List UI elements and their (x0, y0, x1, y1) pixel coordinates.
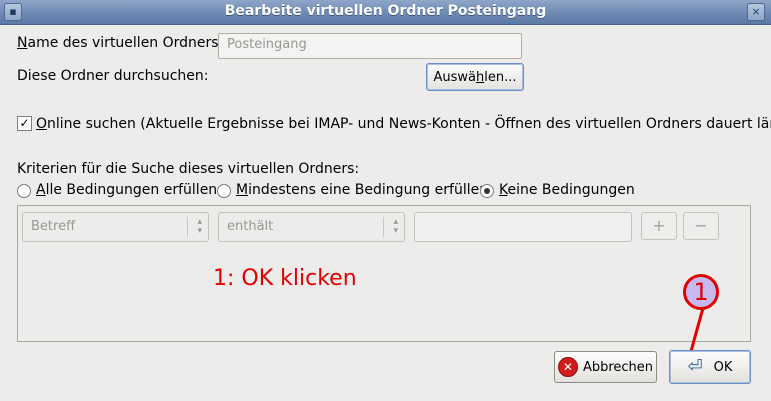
folder-name-label-mnemonic: N (17, 35, 28, 51)
window-titlebar: ▪ Bearbeite virtuellen Ordner Posteingan… (0, 0, 771, 25)
radio-no-conditions-label[interactable]: Keine Bedingungen (499, 182, 635, 198)
updown-arrow-icon: ▴ ▾ (197, 217, 202, 236)
ok-label: OK (713, 359, 733, 375)
radio-all-mnemonic: A (36, 182, 46, 198)
choose-folders-button[interactable]: Auswä h len... (426, 63, 524, 91)
enter-icon: ⏎ (687, 356, 703, 377)
radio-all-text: lle Bedingungen erfüllen (45, 182, 218, 198)
radio-any-condition-label[interactable]: Mindestens eine Bedingung erfüllen (236, 182, 488, 198)
radio-any-text: indestens eine Bedingung erfüllen (248, 182, 489, 198)
cancel-icon: ✕ (557, 357, 578, 377)
updown-arrow-icon: ▴ ▾ (393, 217, 398, 236)
window-title: Bearbeite virtuellen Ordner Posteingang (224, 3, 547, 19)
rule-operator-value: enthält (227, 219, 274, 234)
choose-folders-label-mnemonic: h (476, 69, 485, 85)
instruction-annotation: 1: OK klicken (213, 266, 357, 291)
radio-any-condition[interactable] (217, 184, 231, 198)
online-search-label-text: nline suchen (Aktuelle Ergebnisse bei IM… (47, 116, 771, 132)
search-folders-label: Diese Ordner durchsuchen: (17, 68, 209, 84)
remove-rule-button[interactable]: − (683, 212, 719, 240)
online-search-label[interactable]: Online suchen (Aktuelle Ergebnisse bei I… (36, 116, 771, 132)
add-rule-button[interactable]: + (641, 212, 677, 240)
radio-all-conditions[interactable] (17, 184, 31, 198)
ok-button[interactable]: ⏎ OK (669, 350, 751, 384)
criteria-label: Kriterien für die Suche dieses virtuelle… (17, 161, 360, 177)
rule-field-select[interactable]: Betreff ▴ ▾ (22, 212, 209, 242)
cancel-label: Abbrechen (582, 359, 654, 375)
rule-operator-select[interactable]: enthält ▴ ▾ (218, 212, 405, 242)
online-search-label-mnemonic: O (36, 116, 48, 132)
combo-separator (187, 217, 188, 237)
rule-field-value: Betreff (31, 219, 76, 234)
folder-name-input[interactable]: Posteingang (218, 33, 522, 59)
radio-no-conditions[interactable] (480, 184, 494, 198)
cancel-button[interactable]: ✕ Abbrechen (554, 351, 657, 383)
radio-any-mnemonic: M (236, 182, 249, 198)
choose-folders-label-a: Auswä (433, 69, 476, 85)
combo-separator (383, 217, 384, 237)
folder-name-label: Name des virtuellen Ordners: (17, 35, 223, 51)
folder-name-label-text: ame des virtuellen Ordners: (27, 35, 224, 51)
online-search-checkbox[interactable]: ✓ (17, 116, 32, 131)
radio-all-conditions-label[interactable]: Alle Bedingungen erfüllen (36, 182, 217, 198)
radio-none-text: eine Bedingungen (507, 182, 635, 198)
close-icon[interactable]: × (747, 3, 765, 21)
choose-folders-label-b: len... (484, 69, 517, 85)
rule-value-input[interactable] (414, 212, 632, 242)
